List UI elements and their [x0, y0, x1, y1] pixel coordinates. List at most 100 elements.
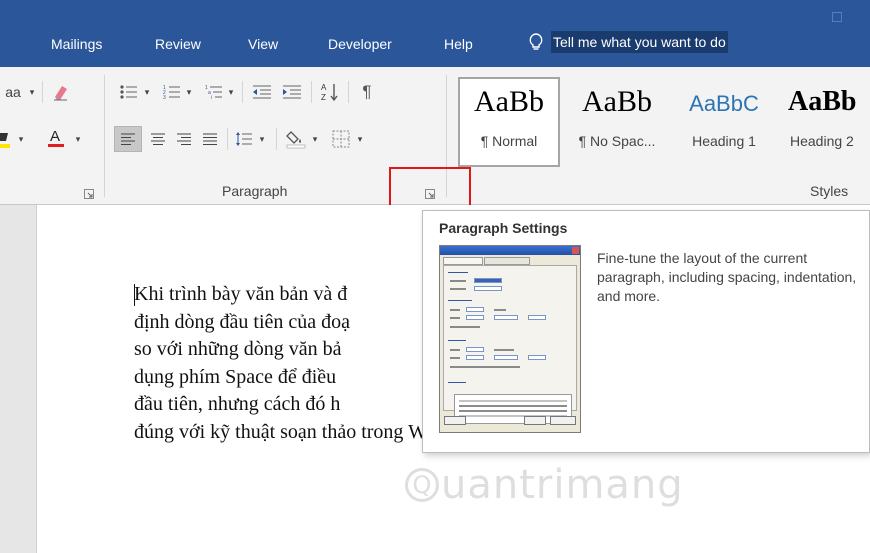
field — [494, 315, 518, 320]
styles-gallery: AaBb ¶ Normal AaBb ¶ No Spac... AaBbC He… — [456, 77, 870, 167]
paragraph-group-label: Paragraph — [222, 183, 288, 199]
separator — [276, 128, 277, 150]
svg-text:3: 3 — [163, 95, 166, 100]
dialog-button — [444, 416, 466, 425]
tooltip-description: Fine-tune the layout of the current para… — [597, 250, 857, 304]
ribbon-tab-bar: Mailings Review View Developer Help Tell… — [0, 0, 870, 67]
chevron-down-icon[interactable]: ▾ — [354, 126, 366, 152]
chevron-down-icon[interactable]: ▾ — [72, 127, 84, 151]
tab-developer[interactable]: Developer — [328, 36, 392, 52]
tab-help[interactable]: Help — [444, 36, 473, 52]
style-normal[interactable]: AaBb ¶ Normal — [458, 77, 560, 167]
font-color-icon[interactable]: A — [42, 125, 70, 151]
field-label — [450, 317, 460, 319]
styles-group-label: Styles — [810, 183, 849, 199]
bullets-icon[interactable] — [117, 81, 141, 103]
justify-icon[interactable] — [198, 126, 222, 152]
dialog-frame — [443, 265, 577, 424]
font-size-fragment[interactable]: aa — [0, 81, 26, 103]
style-sample: AaBb — [582, 85, 652, 118]
chevron-down-icon[interactable]: ▾ — [309, 126, 321, 152]
document-line: Khi trình bày văn bản và đ — [134, 283, 348, 305]
document-line: đúng với kỹ thuật soạn thảo trong Word. — [134, 420, 458, 443]
align-left-icon[interactable] — [114, 126, 142, 152]
tell-me-input[interactable]: Tell me what you want to do — [551, 31, 728, 53]
section-rule — [448, 340, 466, 341]
field-label — [450, 357, 460, 359]
section-rule — [448, 382, 466, 383]
watermark: Q uantrimang — [405, 462, 684, 508]
decrease-indent-icon[interactable] — [249, 81, 275, 103]
chevron-down-icon[interactable]: ▾ — [256, 126, 268, 152]
field-label — [450, 326, 480, 328]
borders-icon[interactable] — [328, 126, 354, 152]
preview-line — [459, 405, 567, 407]
section-rule — [448, 272, 468, 273]
field — [528, 355, 546, 360]
numbering-icon[interactable]: 123 — [161, 81, 183, 103]
group-separator — [104, 75, 105, 197]
close-icon — [572, 247, 579, 254]
document-line: đầu tiên, nhưng cách đó h — [134, 393, 341, 416]
tab-view[interactable]: View — [248, 36, 278, 52]
chevron-down-icon[interactable]: ▾ — [16, 127, 26, 151]
highlight-icon[interactable] — [0, 127, 14, 151]
separator — [242, 81, 243, 103]
paragraph-dialog-thumbnail — [439, 245, 581, 433]
chevron-down-icon[interactable]: ▾ — [183, 81, 195, 103]
field-label — [450, 366, 520, 368]
style-sample: AaBb — [474, 85, 544, 118]
tab-mailings[interactable]: Mailings — [51, 36, 102, 52]
style-sample: AaBbC — [689, 91, 759, 116]
style-name: ¶ Normal — [480, 133, 538, 149]
style-name: ¶ No Spac... — [578, 133, 656, 149]
separator — [42, 81, 43, 103]
watermark-logo-icon: Q — [405, 468, 439, 502]
style-no-spacing[interactable]: AaBb ¶ No Spac... — [566, 77, 668, 167]
document-line: so với những dòng văn bả — [134, 338, 342, 361]
tooltip-title: Paragraph Settings — [439, 220, 568, 236]
dialog-tab — [443, 257, 483, 265]
style-heading-2[interactable]: AaBb Heading 2 — [782, 77, 870, 167]
field-label — [450, 349, 460, 351]
increase-indent-icon[interactable] — [279, 81, 305, 103]
tab-review[interactable]: Review — [155, 36, 201, 52]
chevron-down-icon[interactable]: ▾ — [141, 81, 153, 103]
chevron-down-icon[interactable]: ▾ — [26, 81, 38, 103]
field-label — [450, 309, 460, 311]
svg-text:A: A — [50, 128, 60, 145]
dialog-button — [524, 416, 546, 425]
chevron-down-icon[interactable]: ▾ — [225, 81, 237, 103]
style-sample: AaBb — [788, 86, 857, 117]
dialog-launcher-icon[interactable] — [84, 186, 94, 199]
shading-icon[interactable] — [283, 125, 309, 153]
show-paragraph-marks-icon[interactable]: ¶ — [354, 80, 380, 104]
align-right-icon[interactable] — [172, 126, 196, 152]
preview-line — [459, 410, 567, 412]
style-heading-1[interactable]: AaBbC Heading 1 — [674, 77, 774, 167]
paragraph-settings-tooltip: Paragraph Settings Fine-tune the layout … — [422, 210, 870, 453]
field-label — [494, 309, 506, 311]
document-line: định dòng đầu tiên của đoạ — [134, 310, 351, 333]
field-label — [494, 349, 514, 351]
multilevel-list-icon[interactable]: 1ai — [203, 81, 225, 103]
svg-text:Z: Z — [321, 93, 326, 102]
field — [466, 307, 484, 312]
field — [528, 315, 546, 320]
field — [494, 355, 518, 360]
field — [466, 355, 484, 360]
center-icon[interactable] — [146, 126, 170, 152]
line-spacing-icon[interactable] — [232, 126, 256, 152]
word-window: { "tabs": ["Mailings", "Review", "View",… — [0, 0, 870, 553]
field — [466, 347, 484, 352]
clear-formatting-icon[interactable] — [48, 80, 74, 104]
svg-text:A: A — [321, 83, 327, 92]
window-control-icon[interactable] — [832, 12, 842, 22]
tell-me-search[interactable]: Tell me what you want to do — [521, 31, 728, 53]
sort-icon[interactable]: AZ — [317, 80, 343, 104]
document-body[interactable]: Khi trình bày văn bản và đ định dòng đầu… — [134, 281, 457, 447]
field — [474, 286, 502, 291]
section-rule — [448, 300, 472, 301]
separator — [311, 81, 312, 103]
dialog-titlebar — [440, 246, 580, 255]
